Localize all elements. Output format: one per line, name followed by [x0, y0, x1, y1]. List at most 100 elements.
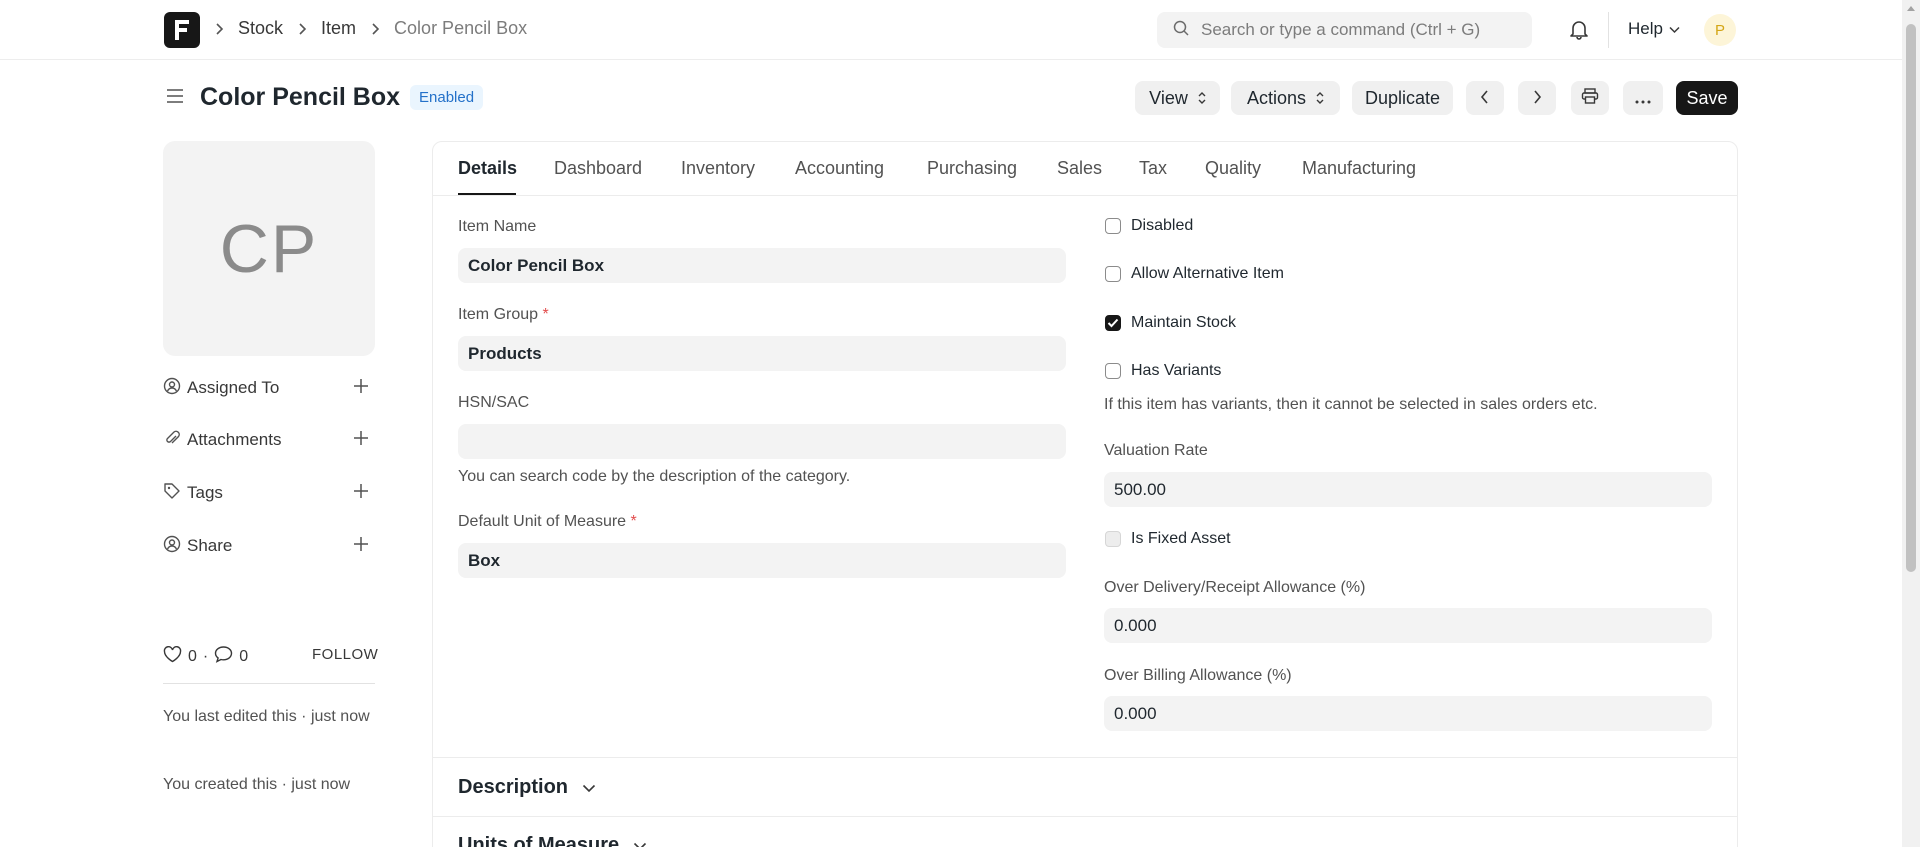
over-delivery-label: Over Delivery/Receipt Allowance (%) [1104, 579, 1366, 596]
description-section-title: Description [458, 776, 569, 798]
valuation-rate-input[interactable]: 500.00 [1104, 472, 1712, 507]
allow-alternative-checkbox[interactable] [1105, 266, 1121, 282]
hsn-sac-label: HSN/SAC [458, 394, 530, 411]
user-plus-icon [163, 377, 181, 400]
chevron-left-icon [1480, 88, 1490, 109]
chevron-down-icon [582, 776, 596, 799]
more-horizontal-icon [1635, 88, 1651, 109]
sidebar-item-label: Share [187, 536, 233, 555]
duplicate-button[interactable]: Duplicate [1352, 81, 1453, 115]
uom-input[interactable]: Box [458, 543, 1066, 578]
is-fixed-asset-checkbox[interactable] [1105, 531, 1121, 547]
allow-alternative-row[interactable]: Allow Alternative Item [1105, 265, 1284, 283]
maintain-stock-label: Maintain Stock [1131, 314, 1236, 331]
sidebar-item-attachments[interactable]: Attachments [163, 428, 375, 452]
search-icon [1173, 20, 1201, 41]
item-group-label-text: Item Group [458, 306, 539, 323]
tab-tax[interactable]: Tax [1139, 158, 1167, 179]
actions-button[interactable]: Actions [1231, 81, 1340, 115]
sidebar-toggle-icon[interactable] [166, 87, 184, 110]
description-section-header[interactable]: Description [458, 776, 596, 799]
heart-icon[interactable] [163, 645, 182, 668]
breadcrumb: Stock Item Color Pencil Box [214, 18, 527, 39]
chevron-right-icon [370, 22, 380, 35]
disabled-label: Disabled [1131, 217, 1194, 234]
dot-separator: · [202, 647, 209, 665]
add-icon[interactable] [353, 430, 369, 451]
add-icon[interactable] [353, 536, 369, 557]
item-name-input[interactable]: Color Pencil Box [458, 248, 1066, 283]
notification-bell-icon[interactable] [1568, 18, 1590, 45]
uom-label-text: Default Unit of Measure [458, 513, 627, 530]
sidebar-divider [163, 683, 375, 684]
actions-label: Actions [1246, 87, 1307, 108]
sidebar-item-assigned-to[interactable]: Assigned To [163, 376, 375, 400]
comment-icon[interactable] [214, 645, 233, 668]
printer-icon [1581, 87, 1599, 109]
uom-section-header[interactable]: Units of Measure [458, 834, 647, 847]
chevron-down-icon [633, 834, 647, 847]
help-dropdown[interactable]: Help [1628, 19, 1680, 39]
breadcrumb-current[interactable]: Color Pencil Box [394, 18, 527, 39]
scrollbar-thumb[interactable] [1906, 24, 1916, 572]
tab-accounting[interactable]: Accounting [795, 158, 884, 179]
engagement-counts: 0 · 0 [163, 645, 248, 668]
comments-count: 0 [239, 647, 249, 665]
tab-inventory[interactable]: Inventory [681, 158, 755, 179]
add-icon[interactable] [353, 483, 369, 504]
top-navbar: Stock Item Color Pencil Box Search or ty… [0, 0, 1902, 60]
sidebar-item-share[interactable]: Share [163, 534, 375, 558]
print-button[interactable] [1571, 81, 1609, 115]
item-image-avatar[interactable]: CP [163, 141, 375, 356]
save-button[interactable]: Save [1676, 81, 1738, 115]
section-divider [433, 757, 1737, 758]
over-billing-input[interactable]: 0.000 [1104, 696, 1712, 731]
uom-label: Default Unit of Measure * [458, 513, 637, 531]
app-logo[interactable] [164, 12, 200, 48]
breadcrumb-stock[interactable]: Stock [238, 18, 283, 39]
item-name-label: Item Name [458, 218, 537, 235]
is-fixed-asset-row[interactable]: Is Fixed Asset [1105, 530, 1231, 548]
follow-button[interactable]: FOLLOW [312, 646, 378, 663]
over-delivery-input[interactable]: 0.000 [1104, 608, 1712, 643]
maintain-stock-row[interactable]: Maintain Stock [1105, 314, 1236, 332]
tab-purchasing[interactable]: Purchasing [927, 158, 1017, 179]
maintain-stock-checkbox[interactable] [1105, 315, 1121, 331]
required-asterisk: * [630, 513, 637, 530]
form-tabs: Details Dashboard Inventory Accounting P… [433, 142, 1737, 196]
tab-details[interactable]: Details [458, 158, 517, 179]
item-group-input[interactable]: Products [458, 336, 1066, 371]
section-divider [433, 816, 1737, 817]
tab-quality[interactable]: Quality [1205, 158, 1261, 179]
allow-alternative-label: Allow Alternative Item [1131, 265, 1284, 282]
next-record-button[interactable] [1518, 81, 1556, 115]
has-variants-checkbox[interactable] [1105, 363, 1121, 379]
has-variants-row[interactable]: Has Variants [1105, 362, 1221, 380]
previous-record-button[interactable] [1466, 81, 1504, 115]
more-options-button[interactable] [1623, 81, 1663, 115]
disabled-checkbox[interactable] [1105, 218, 1121, 234]
sidebar-item-tags[interactable]: Tags [163, 481, 375, 505]
share-user-icon [163, 535, 181, 558]
breadcrumb-item[interactable]: Item [321, 18, 356, 39]
view-button[interactable]: View [1135, 81, 1220, 115]
disabled-checkbox-row[interactable]: Disabled [1105, 217, 1193, 235]
tab-sales[interactable]: Sales [1057, 158, 1102, 179]
hsn-sac-hint: You can search code by the description o… [458, 468, 851, 485]
scroll-up-arrow-icon[interactable] [1907, 6, 1915, 11]
item-group-label: Item Group * [458, 306, 549, 324]
required-asterisk: * [542, 306, 549, 323]
user-avatar[interactable]: P [1704, 14, 1736, 46]
chevron-right-icon [214, 22, 224, 35]
tab-manufacturing[interactable]: Manufacturing [1302, 158, 1416, 179]
is-fixed-asset-label: Is Fixed Asset [1131, 530, 1231, 547]
search-input[interactable]: Search or type a command (Ctrl + G) [1157, 12, 1532, 48]
page-scrollbar[interactable] [1902, 0, 1920, 847]
checkmark-icon [1107, 318, 1119, 328]
item-form-card: Details Dashboard Inventory Accounting P… [432, 141, 1738, 847]
chevron-down-icon [1669, 19, 1680, 39]
last-edited-info: You last edited this · just now [163, 708, 370, 725]
hsn-sac-input[interactable] [458, 424, 1066, 459]
tab-dashboard[interactable]: Dashboard [554, 158, 642, 179]
add-icon[interactable] [353, 378, 369, 399]
